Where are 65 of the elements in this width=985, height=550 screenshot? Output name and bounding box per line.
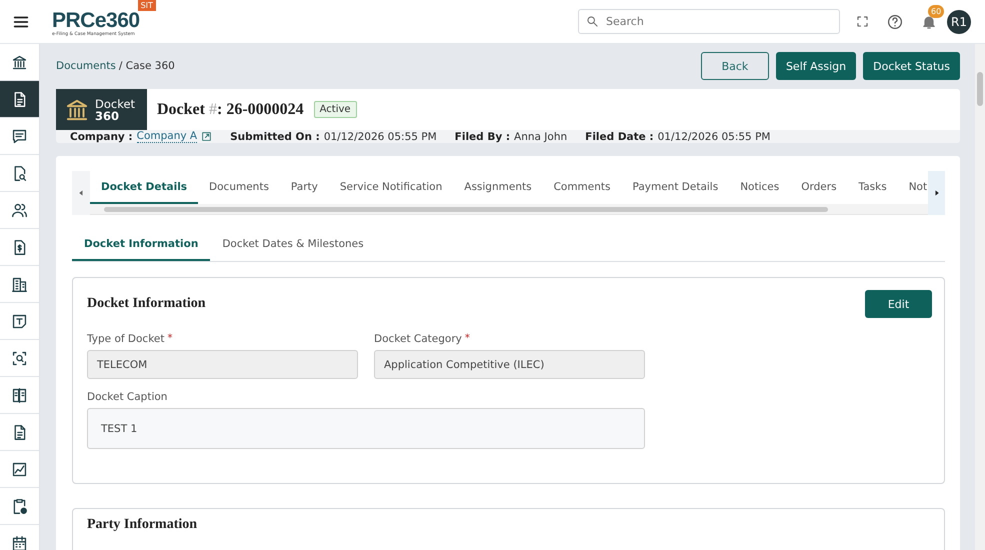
external-link-icon: [201, 131, 212, 142]
breadcrumb-text: / Case 360: [118, 60, 175, 72]
fullscreen-icon: [856, 15, 869, 28]
field-label: Company :: [70, 130, 133, 142]
tab[interactable]: Docket Information: [72, 229, 210, 261]
tab[interactable]: Tasks: [848, 171, 898, 204]
tab[interactable]: Notices: [729, 171, 790, 204]
tab[interactable]: Not: [898, 171, 928, 204]
field-label: Filed By :: [454, 130, 510, 142]
logo-text: 360: [95, 110, 120, 122]
calendar-icon: [11, 534, 28, 550]
scrollbar[interactable]: [90, 204, 928, 215]
required-mark: *: [167, 333, 172, 344]
status-badge: Active: [314, 101, 357, 118]
field-label: Filed Date :: [585, 130, 654, 142]
section-title: Docket Information: [87, 296, 206, 312]
tab[interactable]: Party: [280, 171, 329, 204]
field-label: Type of Docket: [87, 333, 164, 345]
nav-item[interactable]: [0, 81, 39, 118]
bank-icon: [11, 54, 28, 70]
search-icon: [586, 15, 599, 28]
user-avatar[interactable]: R1: [947, 10, 971, 34]
text-area[interactable]: TEST 1: [87, 408, 645, 449]
scrollbar[interactable]: [975, 44, 985, 550]
action-button[interactable]: Self Assign: [776, 52, 856, 80]
logo-text: Docket: [95, 98, 136, 110]
building-icon: [11, 276, 28, 292]
app-logo: PRCe360: [52, 10, 140, 32]
caret-left-icon: [78, 190, 84, 196]
line-chart-icon: [11, 460, 28, 478]
environment-badge: SIT: [138, 0, 156, 10]
notification-count: 60: [928, 4, 944, 18]
company-link[interactable]: Company A: [136, 130, 198, 143]
field-label: Submitted On :: [230, 130, 320, 142]
field-label: Docket Caption: [87, 391, 168, 403]
bell-icon: [921, 14, 937, 30]
input-field[interactable]: Application Competitive (ILEC): [374, 350, 645, 379]
caret-right-icon: [934, 190, 940, 196]
tab[interactable]: Assignments: [453, 171, 543, 204]
tab[interactable]: Payment Details: [621, 171, 730, 204]
tab[interactable]: Comments: [542, 171, 622, 204]
field-value: Anna John: [514, 130, 568, 142]
breadcrumb-link[interactable]: Documents: [56, 60, 116, 72]
help-icon: [887, 14, 903, 30]
clipboard-clock-icon: [11, 498, 28, 514]
text-document-icon: [11, 312, 28, 330]
docket-title: Docket #: 26-0000024: [157, 100, 304, 118]
tab[interactable]: Docket Dates & Milestones: [210, 229, 376, 261]
book-icon: [11, 386, 28, 404]
tab[interactable]: Documents: [198, 171, 280, 204]
chat-icon: [11, 128, 28, 144]
users-icon: [11, 202, 28, 218]
edit-button[interactable]: Edit: [865, 290, 932, 318]
tab[interactable]: Orders: [790, 171, 848, 204]
field-label: Docket Category: [374, 333, 462, 345]
field-value: 01/12/2026 05:55 PM: [324, 130, 437, 142]
back-button[interactable]: Back: [700, 52, 769, 80]
scan-search-icon: [11, 350, 28, 366]
required-mark: *: [464, 333, 470, 344]
search-field[interactable]: Search: [578, 9, 840, 34]
tab[interactable]: Service Notification: [328, 171, 454, 204]
input-field[interactable]: TELECOM: [87, 350, 358, 379]
action-button[interactable]: Docket Status: [863, 52, 960, 80]
section-title: Party Information: [87, 517, 198, 533]
field-value: 01/12/2026 05:55 PM: [658, 130, 770, 142]
